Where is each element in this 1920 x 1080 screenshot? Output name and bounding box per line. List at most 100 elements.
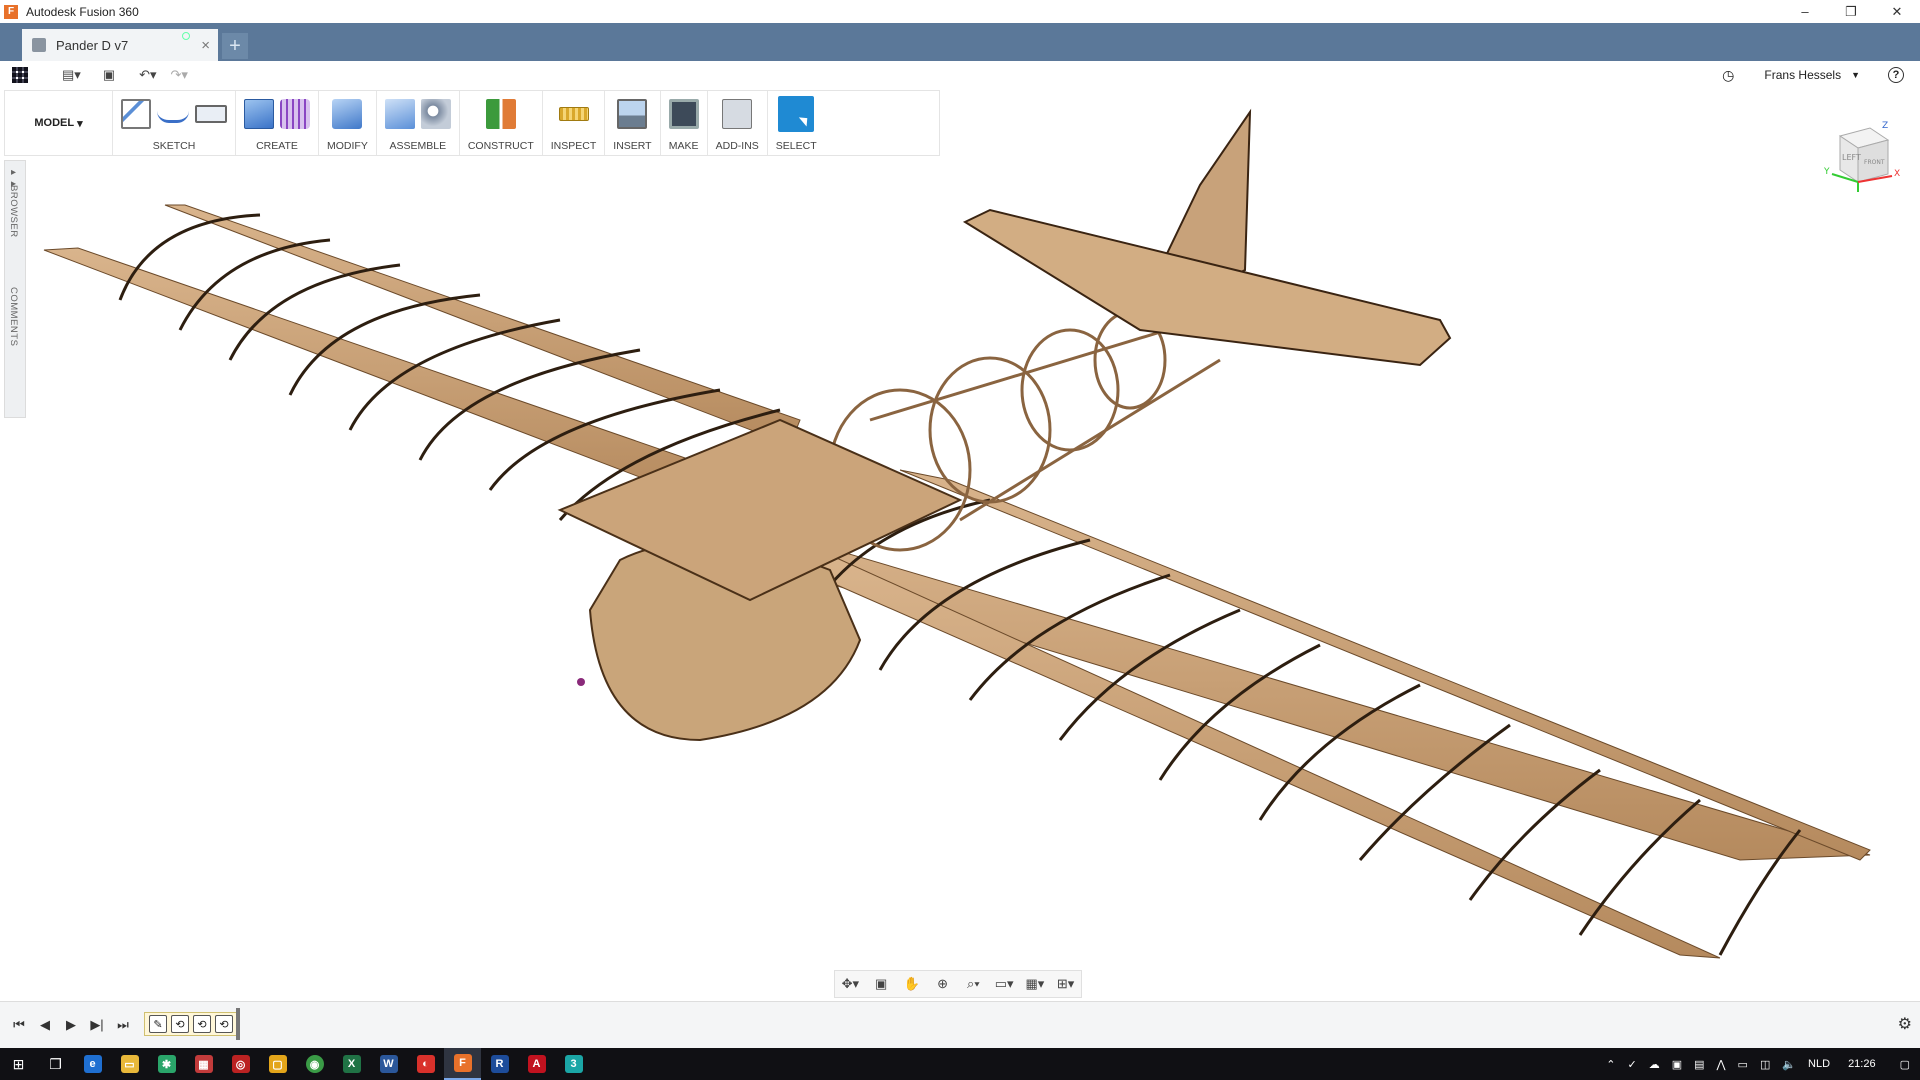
clock[interactable]: 21:26	[1848, 1058, 1876, 1070]
attached-canvas-icon[interactable]	[617, 99, 648, 129]
grid-snap-icon[interactable]: ▦▾	[1025, 976, 1044, 992]
measure-icon[interactable]	[558, 107, 589, 121]
browser-comments-panel[interactable]: ▸▸ BROWSER COMMENTS	[4, 160, 26, 418]
tray-app-2-icon[interactable]: ☁	[1649, 1058, 1660, 1071]
user-account-menu[interactable]: Frans Hessels	[1764, 68, 1841, 82]
3d-viewport[interactable]	[0, 90, 1920, 1000]
pan-hand-icon[interactable]: ✋	[903, 976, 921, 992]
save-button[interactable]: ▣	[103, 63, 115, 87]
make-group[interactable]: MAKE	[661, 91, 708, 155]
taskbar-app-yellow[interactable]: ▢	[259, 1048, 296, 1080]
timeline-marker[interactable]	[236, 1008, 240, 1040]
sketch-menu[interactable]: SKETCH	[153, 140, 196, 152]
comments-tab-label[interactable]: COMMENTS	[8, 287, 19, 346]
battery-icon[interactable]: ▭	[1738, 1058, 1748, 1071]
taskbar-app-orange[interactable]: ◐	[407, 1048, 444, 1080]
timeline-end-button[interactable]: ⏭	[112, 1014, 134, 1036]
document-tab[interactable]: Pander D v7 ×	[22, 29, 218, 61]
network-icon[interactable]: ◫	[1760, 1058, 1770, 1071]
timeline-feature-1-icon[interactable]: ⟲	[171, 1015, 189, 1033]
add-ins-group[interactable]: ADD-INS	[708, 91, 768, 155]
taskbar-fusion[interactable]: F	[444, 1048, 481, 1080]
insert-group[interactable]: INSERT	[605, 91, 661, 155]
close-window-button[interactable]: ✕	[1874, 0, 1920, 23]
volume-icon[interactable]: 🔈	[1782, 1058, 1796, 1071]
fit-zoom-window-icon[interactable]: ⌕▾	[964, 976, 982, 992]
timeline-feature-sketch-icon[interactable]: ✎	[149, 1015, 167, 1033]
input-language[interactable]: NLD	[1808, 1058, 1830, 1070]
minimize-button[interactable]: –	[1782, 0, 1828, 23]
taskbar-app-target[interactable]: ◎	[222, 1048, 259, 1080]
show-hidden-icons-icon[interactable]: ⌃	[1606, 1058, 1615, 1071]
taskbar-explorer[interactable]: ▭	[111, 1048, 148, 1080]
taskbar-app-teal[interactable]: 3	[555, 1048, 592, 1080]
insert-menu[interactable]: INSERT	[613, 140, 651, 152]
3d-print-icon[interactable]	[668, 99, 699, 129]
viewports-icon[interactable]: ⊞▾	[1057, 976, 1075, 992]
press-pull-icon[interactable]	[332, 99, 363, 129]
extrude-icon[interactable]	[244, 99, 274, 129]
zoom-icon[interactable]: ⊕	[934, 976, 952, 992]
joint-icon[interactable]	[420, 99, 451, 129]
assemble-group[interactable]: ASSEMBLE	[377, 91, 460, 155]
job-status-icon[interactable]: ◷	[1722, 67, 1734, 84]
workspace-switcher[interactable]: MODEL ▾	[5, 91, 113, 155]
close-tab-button[interactable]: ×	[201, 37, 210, 54]
timeline-feature-2-icon[interactable]: ⟲	[193, 1015, 211, 1033]
tray-app-4-icon[interactable]: ▤	[1694, 1058, 1704, 1071]
construct-group[interactable]: CONSTRUCT	[460, 91, 543, 155]
offset-plane-icon[interactable]	[485, 99, 516, 129]
modify-menu[interactable]: MODIFY	[327, 140, 368, 152]
new-tab-button[interactable]: +	[222, 33, 248, 59]
scripts-addins-icon[interactable]	[722, 99, 753, 129]
taskbar-word[interactable]: W	[370, 1048, 407, 1080]
taskbar-app-red[interactable]: ▦	[185, 1048, 222, 1080]
inspect-group[interactable]: INSPECT	[543, 91, 606, 155]
file-menu-button[interactable]: ▤▾	[62, 63, 81, 87]
create-group[interactable]: CREATE	[236, 91, 319, 155]
viewcube[interactable]: LEFT FRONT X Y Z	[1822, 114, 1902, 194]
timeline-start-button[interactable]: ⏮	[8, 1014, 30, 1036]
help-button[interactable]: ?	[1888, 67, 1904, 83]
undo-button[interactable]: ↶▾	[139, 63, 156, 87]
taskbar-app-green[interactable]: ✱	[148, 1048, 185, 1080]
assemble-menu[interactable]: ASSEMBLE	[390, 140, 447, 152]
timeline-previous-button[interactable]: ◀	[34, 1014, 56, 1036]
create-form-icon[interactable]	[280, 99, 310, 129]
tray-app-1-icon[interactable]: ✓	[1627, 1058, 1636, 1071]
modify-group[interactable]: MODIFY	[319, 91, 377, 155]
tray-app-3-icon[interactable]: ▣	[1672, 1058, 1682, 1071]
sketch-group[interactable]: SKETCH	[113, 91, 236, 155]
orbit-icon[interactable]: ✥▾	[841, 976, 859, 992]
select-group[interactable]: SELECT	[768, 91, 825, 155]
browser-tab-label[interactable]: BROWSER	[8, 185, 19, 238]
inspect-menu[interactable]: INSPECT	[551, 140, 597, 152]
taskbar-excel[interactable]: X	[333, 1048, 370, 1080]
construct-menu[interactable]: CONSTRUCT	[468, 140, 534, 152]
select-menu[interactable]: SELECT	[776, 140, 817, 152]
select-icon[interactable]	[778, 96, 815, 132]
rectangle-icon[interactable]	[195, 105, 227, 123]
data-panel-button[interactable]	[12, 63, 28, 87]
timeline-play-button[interactable]: ▶	[60, 1014, 82, 1036]
timeline-next-button[interactable]: ▶|	[86, 1014, 108, 1036]
create-sketch-icon[interactable]	[121, 99, 151, 129]
make-menu[interactable]: MAKE	[669, 140, 699, 152]
action-center-icon[interactable]: ▢	[1900, 1058, 1910, 1071]
tray-app-5-icon[interactable]: ⋀	[1717, 1058, 1726, 1071]
add-ins-menu[interactable]: ADD-INS	[716, 140, 759, 152]
taskbar-acrobat[interactable]: A	[518, 1048, 555, 1080]
new-component-icon[interactable]	[384, 99, 415, 129]
taskbar-chrome[interactable]: ◉	[296, 1048, 333, 1080]
timeline-feature-3-icon[interactable]: ⟲	[215, 1015, 233, 1033]
display-settings-icon[interactable]: ▭▾	[995, 976, 1014, 992]
taskbar-edge[interactable]: e	[74, 1048, 111, 1080]
maximize-button[interactable]: ❐	[1828, 0, 1874, 23]
look-at-icon[interactable]: ▣	[872, 976, 890, 992]
create-menu[interactable]: CREATE	[256, 140, 298, 152]
task-view-button[interactable]: ❐	[37, 1048, 74, 1080]
timeline-settings-gear-icon[interactable]: ⚙	[1898, 1014, 1912, 1034]
redo-button[interactable]: ↷▾	[171, 63, 188, 87]
taskbar-app-r[interactable]: R	[481, 1048, 518, 1080]
start-button[interactable]: ⊞	[0, 1048, 37, 1080]
